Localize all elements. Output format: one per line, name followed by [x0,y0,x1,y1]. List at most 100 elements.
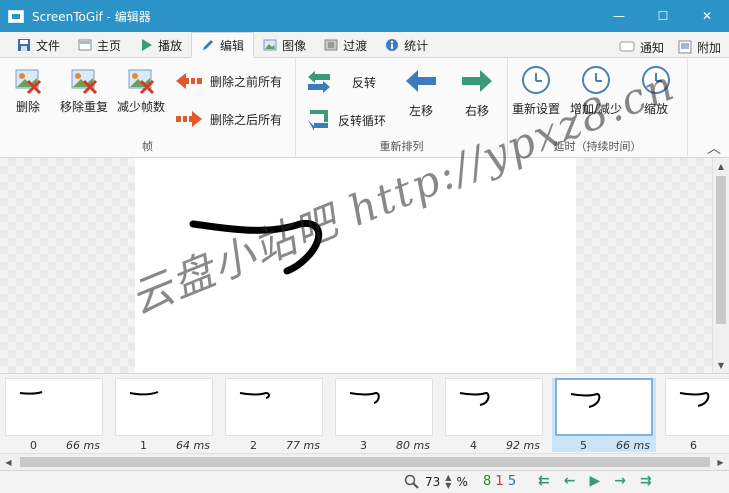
scroll-left-icon[interactable]: ◀ [0,454,17,471]
current-frame-index: 5 [507,474,517,489]
frame-number: 2 [250,439,257,452]
frame-thumbnail [225,378,323,436]
thumb-stroke [129,391,159,396]
minimize-button[interactable]: — [597,0,641,32]
frame-thumbnail [555,378,653,436]
extras-label: 附加 [696,40,721,55]
horizontal-scrollbar[interactable]: ◀ ▶ [0,453,729,470]
scroll-down-icon[interactable]: ▼ [713,357,729,373]
yoyo-button[interactable]: 反转循环 [306,108,386,132]
close-button[interactable]: ✕ [685,0,729,32]
previous-frame-icon[interactable]: ← [564,473,576,489]
delete-after-button[interactable]: 删除之后所有 [174,110,282,128]
scrollbar-thumb[interactable] [20,457,710,467]
remove-duplicates-icon [71,69,98,94]
reverse-button[interactable]: 反转 [306,70,376,94]
tab-label: 播放 [158,38,183,53]
frame-item[interactable]: 1 64 ms [112,378,216,452]
frame-item-selected[interactable]: 5 66 ms [552,378,656,452]
vertical-scrollbar[interactable]: ▲ ▼ [712,158,729,373]
frame-thumbnail [665,378,729,436]
zoom-control: 73 ▲ ▼ % [404,474,468,490]
frame-number: 5 [580,439,587,452]
first-frame-icon[interactable]: ⇇ [538,473,550,489]
ribbon-tabs: 文件 主页 播放 编辑 图像 过渡 统计 通知 附加 [0,32,729,58]
frame-item[interactable]: 2 77 ms [222,378,326,452]
play-icon [142,39,153,51]
tab-label: 图像 [282,38,307,53]
frame-thumbnail [335,378,433,436]
scroll-up-icon[interactable]: ▲ [713,158,729,174]
frames-group-label: 帧 [142,140,153,153]
tab-label: 统计 [404,38,429,53]
frame-number: 1 [140,439,147,452]
home-icon [78,39,92,51]
arrow-left-icon [406,70,436,92]
scrollbar-thumb[interactable] [716,176,726,324]
frame-delay: 66 ms [66,439,100,452]
move-right-button[interactable]: 右移 [460,68,494,119]
total-frames-count: 8 [483,474,492,489]
save-icon [18,39,30,51]
thumb-stroke [19,391,43,395]
thumb-stroke [349,391,380,404]
frame-delay: 66 ms [616,439,650,452]
arrow-left-dashed-icon [176,73,202,89]
thumb-stroke [459,391,490,406]
extras-icon [678,40,692,54]
tab-home[interactable]: 主页 [69,33,130,57]
tab-transition[interactable]: 过渡 [315,33,376,57]
image-icon [263,39,277,51]
scroll-right-icon[interactable]: ▶ [712,454,729,471]
tab-statistics[interactable]: 统计 [376,33,437,57]
frame-item[interactable]: 4 92 ms [442,378,546,452]
frame-navigation: ⇇ ← ▶ → ⇉ [538,473,652,489]
tab-file[interactable]: 文件 [8,33,69,57]
message-icon [619,41,635,52]
last-frame-icon[interactable]: ⇉ [640,473,652,489]
frame-delay: 80 ms [396,439,430,452]
frame-item[interactable]: 3 80 ms [332,378,436,452]
frame-item[interactable]: 0 66 ms [2,378,106,452]
frame-number: 4 [470,439,477,452]
delete-before-button[interactable]: 删除之前所有 [174,72,282,90]
remove-duplicates-label: 移除重复 [60,100,109,114]
zoom-value[interactable]: 73 [425,475,440,489]
reduce-frames-button[interactable]: 减少帧数 [117,66,165,115]
next-frame-icon[interactable]: → [614,473,626,489]
frame-number: 3 [360,439,367,452]
frame-delay: 92 ms [506,439,540,452]
yoyo-label: 反转循环 [338,113,387,128]
thumb-stroke [570,392,601,408]
app-icon [8,9,24,23]
maximize-button[interactable]: ☐ [641,0,685,32]
reduce-frames-icon [128,69,155,94]
play-preview-icon[interactable]: ▶ [589,473,600,489]
frame-item[interactable]: 6 [662,378,729,452]
zoom-stepper-icon[interactable]: ▲ ▼ [445,474,451,490]
delete-frame-icon [15,69,42,94]
tab-play[interactable]: 播放 [130,33,191,57]
reduce-frames-label: 减少帧数 [117,100,166,114]
move-left-label: 左移 [408,104,433,118]
clock-override-icon [522,66,550,94]
info-icon [386,39,399,51]
frame-number: 0 [30,439,37,452]
delete-frame-button[interactable]: 删除 [14,66,42,115]
delete-before-label: 删除之前所有 [210,74,283,89]
tab-image[interactable]: 图像 [254,33,315,57]
frame-delay: 77 ms [286,439,320,452]
tab-label: 文件 [36,38,61,53]
move-left-button[interactable]: 左移 [404,68,438,119]
collapse-ribbon-chevron-up-icon[interactable]: ︿ [707,138,721,158]
tab-edit[interactable]: 编辑 [191,32,255,58]
remove-duplicates-button[interactable]: 移除重复 [60,66,108,115]
reverse-icon [308,71,330,93]
tab-label: 编辑 [220,38,245,53]
status-bar: 73 ▲ ▼ % 8 1 5 ⇇ ← ▶ → ⇉ [0,470,729,493]
frame-thumbnail [445,378,543,436]
extras-button[interactable]: 附加 [676,35,723,59]
selected-frames-count: 1 [495,474,504,489]
frame-number: 6 [690,439,697,452]
arrow-right-icon [462,70,492,92]
